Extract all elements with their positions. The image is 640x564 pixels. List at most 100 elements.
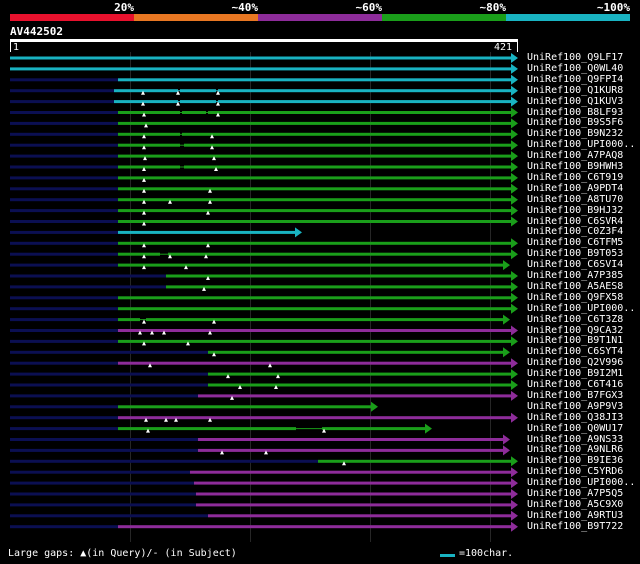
- hit-label[interactable]: UniRef100_B9I2M1: [527, 368, 623, 379]
- hit-row[interactable]: [10, 303, 518, 314]
- hsp-segment: [118, 252, 160, 256]
- hit-label[interactable]: UniRef100_B9T053: [527, 248, 623, 259]
- hit-label[interactable]: UniRef100_A9NLR6: [527, 444, 623, 455]
- hit-row[interactable]: [10, 85, 518, 96]
- hit-row[interactable]: [10, 456, 518, 467]
- hsp-segment: [118, 339, 512, 343]
- hit-row[interactable]: [10, 499, 518, 510]
- hit-row[interactable]: [10, 74, 518, 85]
- hit-label[interactable]: UniRef100_A5AES8: [527, 281, 623, 292]
- hit-row[interactable]: [10, 380, 518, 390]
- hit-row[interactable]: [10, 489, 518, 499]
- hit-label[interactable]: UniRef100_A7PAQ8: [527, 150, 623, 161]
- hit-row[interactable]: [10, 369, 518, 380]
- hit-row[interactable]: [10, 325, 518, 336]
- hit-label[interactable]: UniRef100_C6T919: [527, 172, 623, 183]
- hit-row[interactable]: [10, 314, 510, 325]
- hit-row[interactable]: [10, 227, 302, 238]
- unaligned-region: [10, 492, 196, 496]
- hit-label[interactable]: UniRef100_UPI000..: [527, 477, 635, 488]
- hit-row[interactable]: [10, 205, 518, 216]
- hit-label[interactable]: UniRef100_B8LF93: [527, 107, 623, 118]
- hit-row[interactable]: [10, 336, 518, 347]
- hit-label[interactable]: UniRef100_C6T416: [527, 379, 623, 390]
- hit-row[interactable]: [10, 271, 518, 281]
- hit-row[interactable]: [10, 53, 518, 63]
- hit-row[interactable]: [10, 249, 518, 260]
- hsp-segment: [180, 89, 216, 93]
- hit-row[interactable]: [10, 434, 510, 445]
- hit-label[interactable]: UniRef100_A9P9V3: [527, 401, 623, 412]
- hit-row[interactable]: [10, 423, 432, 434]
- hit-row[interactable]: [10, 510, 518, 521]
- hit-row[interactable]: [10, 162, 518, 172]
- hit-row[interactable]: [10, 140, 518, 151]
- unaligned-region: [10, 230, 118, 234]
- hit-label[interactable]: UniRef100_B9HWH3: [527, 161, 623, 172]
- hit-row[interactable]: [10, 107, 518, 118]
- hit-label[interactable]: UniRef100_A9NS33: [527, 434, 623, 445]
- hit-row[interactable]: [10, 292, 518, 303]
- hit-label[interactable]: UniRef100_B9S5F6: [527, 117, 623, 128]
- hit-label[interactable]: UniRef100_A7P5Q5: [527, 488, 623, 499]
- unaligned-region: [10, 329, 118, 332]
- hit-label[interactable]: UniRef100_C6T3Z8: [527, 314, 623, 325]
- hit-label[interactable]: UniRef100_C5YRD6: [527, 466, 623, 477]
- hit-label[interactable]: UniRef100_Q2V996: [527, 357, 623, 368]
- hit-label[interactable]: UniRef100_A5C9X0: [527, 499, 623, 510]
- hit-row[interactable]: [10, 401, 378, 412]
- hit-row[interactable]: [10, 347, 510, 358]
- hit-label[interactable]: UniRef100_A7P385: [527, 270, 623, 281]
- hit-label[interactable]: UniRef100_UPI000..: [527, 303, 635, 314]
- hit-row[interactable]: [10, 96, 518, 107]
- hit-row[interactable]: [10, 281, 518, 292]
- hit-label[interactable]: UniRef100_B9IE36: [527, 455, 623, 466]
- hit-label[interactable]: UniRef100_Q38JI3: [527, 412, 623, 423]
- hit-label[interactable]: UniRef100_Q9CA32: [527, 325, 623, 336]
- unaligned-region: [10, 525, 118, 529]
- hit-row[interactable]: [10, 63, 518, 74]
- hit-label[interactable]: UniRef100_Q9FPI4: [527, 74, 623, 85]
- hit-arrowhead: [511, 238, 518, 249]
- hit-row[interactable]: [10, 183, 518, 194]
- hit-row[interactable]: [10, 445, 510, 456]
- hit-row[interactable]: [10, 260, 510, 271]
- hit-label[interactable]: UniRef100_A9PDT4: [527, 183, 623, 194]
- hit-label[interactable]: UniRef100_A8TU70: [527, 194, 623, 205]
- hsp-segment: [184, 165, 512, 169]
- hit-row[interactable]: [10, 412, 518, 423]
- unaligned-region: [10, 361, 118, 365]
- hit-row[interactable]: [10, 216, 518, 227]
- hit-label[interactable]: UniRef100_C0Z3F4: [527, 226, 623, 237]
- hit-label[interactable]: UniRef100_Q0WL40: [527, 63, 623, 74]
- hit-row[interactable]: [10, 467, 518, 478]
- hit-row[interactable]: [10, 129, 518, 140]
- hit-label[interactable]: UniRef100_B7FGX3: [527, 390, 623, 401]
- hit-label[interactable]: UniRef100_Q9FX58: [527, 292, 623, 303]
- hit-label[interactable]: UniRef100_Q9LF17: [527, 52, 623, 63]
- hit-label[interactable]: UniRef100_B9T722: [527, 521, 623, 532]
- hit-label[interactable]: UniRef100_C6SYT4: [527, 346, 623, 357]
- hit-label[interactable]: UniRef100_C6SVR4: [527, 216, 623, 227]
- hit-row[interactable]: [10, 521, 518, 532]
- hit-label[interactable]: UniRef100_C6SVI4: [527, 259, 623, 270]
- hit-row[interactable]: [10, 172, 518, 183]
- hit-label[interactable]: UniRef100_A9RTU3: [527, 510, 623, 521]
- hit-label[interactable]: UniRef100_Q1KUR8: [527, 85, 623, 96]
- hit-label[interactable]: UniRef100_Q0WU17: [527, 423, 623, 434]
- hit-label[interactable]: UniRef100_Q1KUV3: [527, 96, 623, 107]
- hit-label[interactable]: UniRef100_UPI000..: [527, 139, 635, 150]
- hit-row[interactable]: [10, 194, 518, 205]
- hit-row[interactable]: [10, 238, 518, 249]
- hit-label[interactable]: UniRef100_B9HJ32: [527, 205, 623, 216]
- hit-row[interactable]: [10, 478, 518, 489]
- hit-label[interactable]: UniRef100_B9T1N1: [527, 335, 623, 346]
- hit-row[interactable]: [10, 390, 518, 401]
- hit-row[interactable]: [10, 118, 518, 129]
- hit-row[interactable]: [10, 151, 518, 162]
- hit-arrowhead: [511, 151, 518, 162]
- hit-label[interactable]: UniRef100_C6TFM5: [527, 237, 623, 248]
- hit-label[interactable]: UniRef100_B9N232: [527, 128, 623, 139]
- hit-arrowhead: [371, 401, 378, 412]
- hit-row[interactable]: [10, 358, 518, 369]
